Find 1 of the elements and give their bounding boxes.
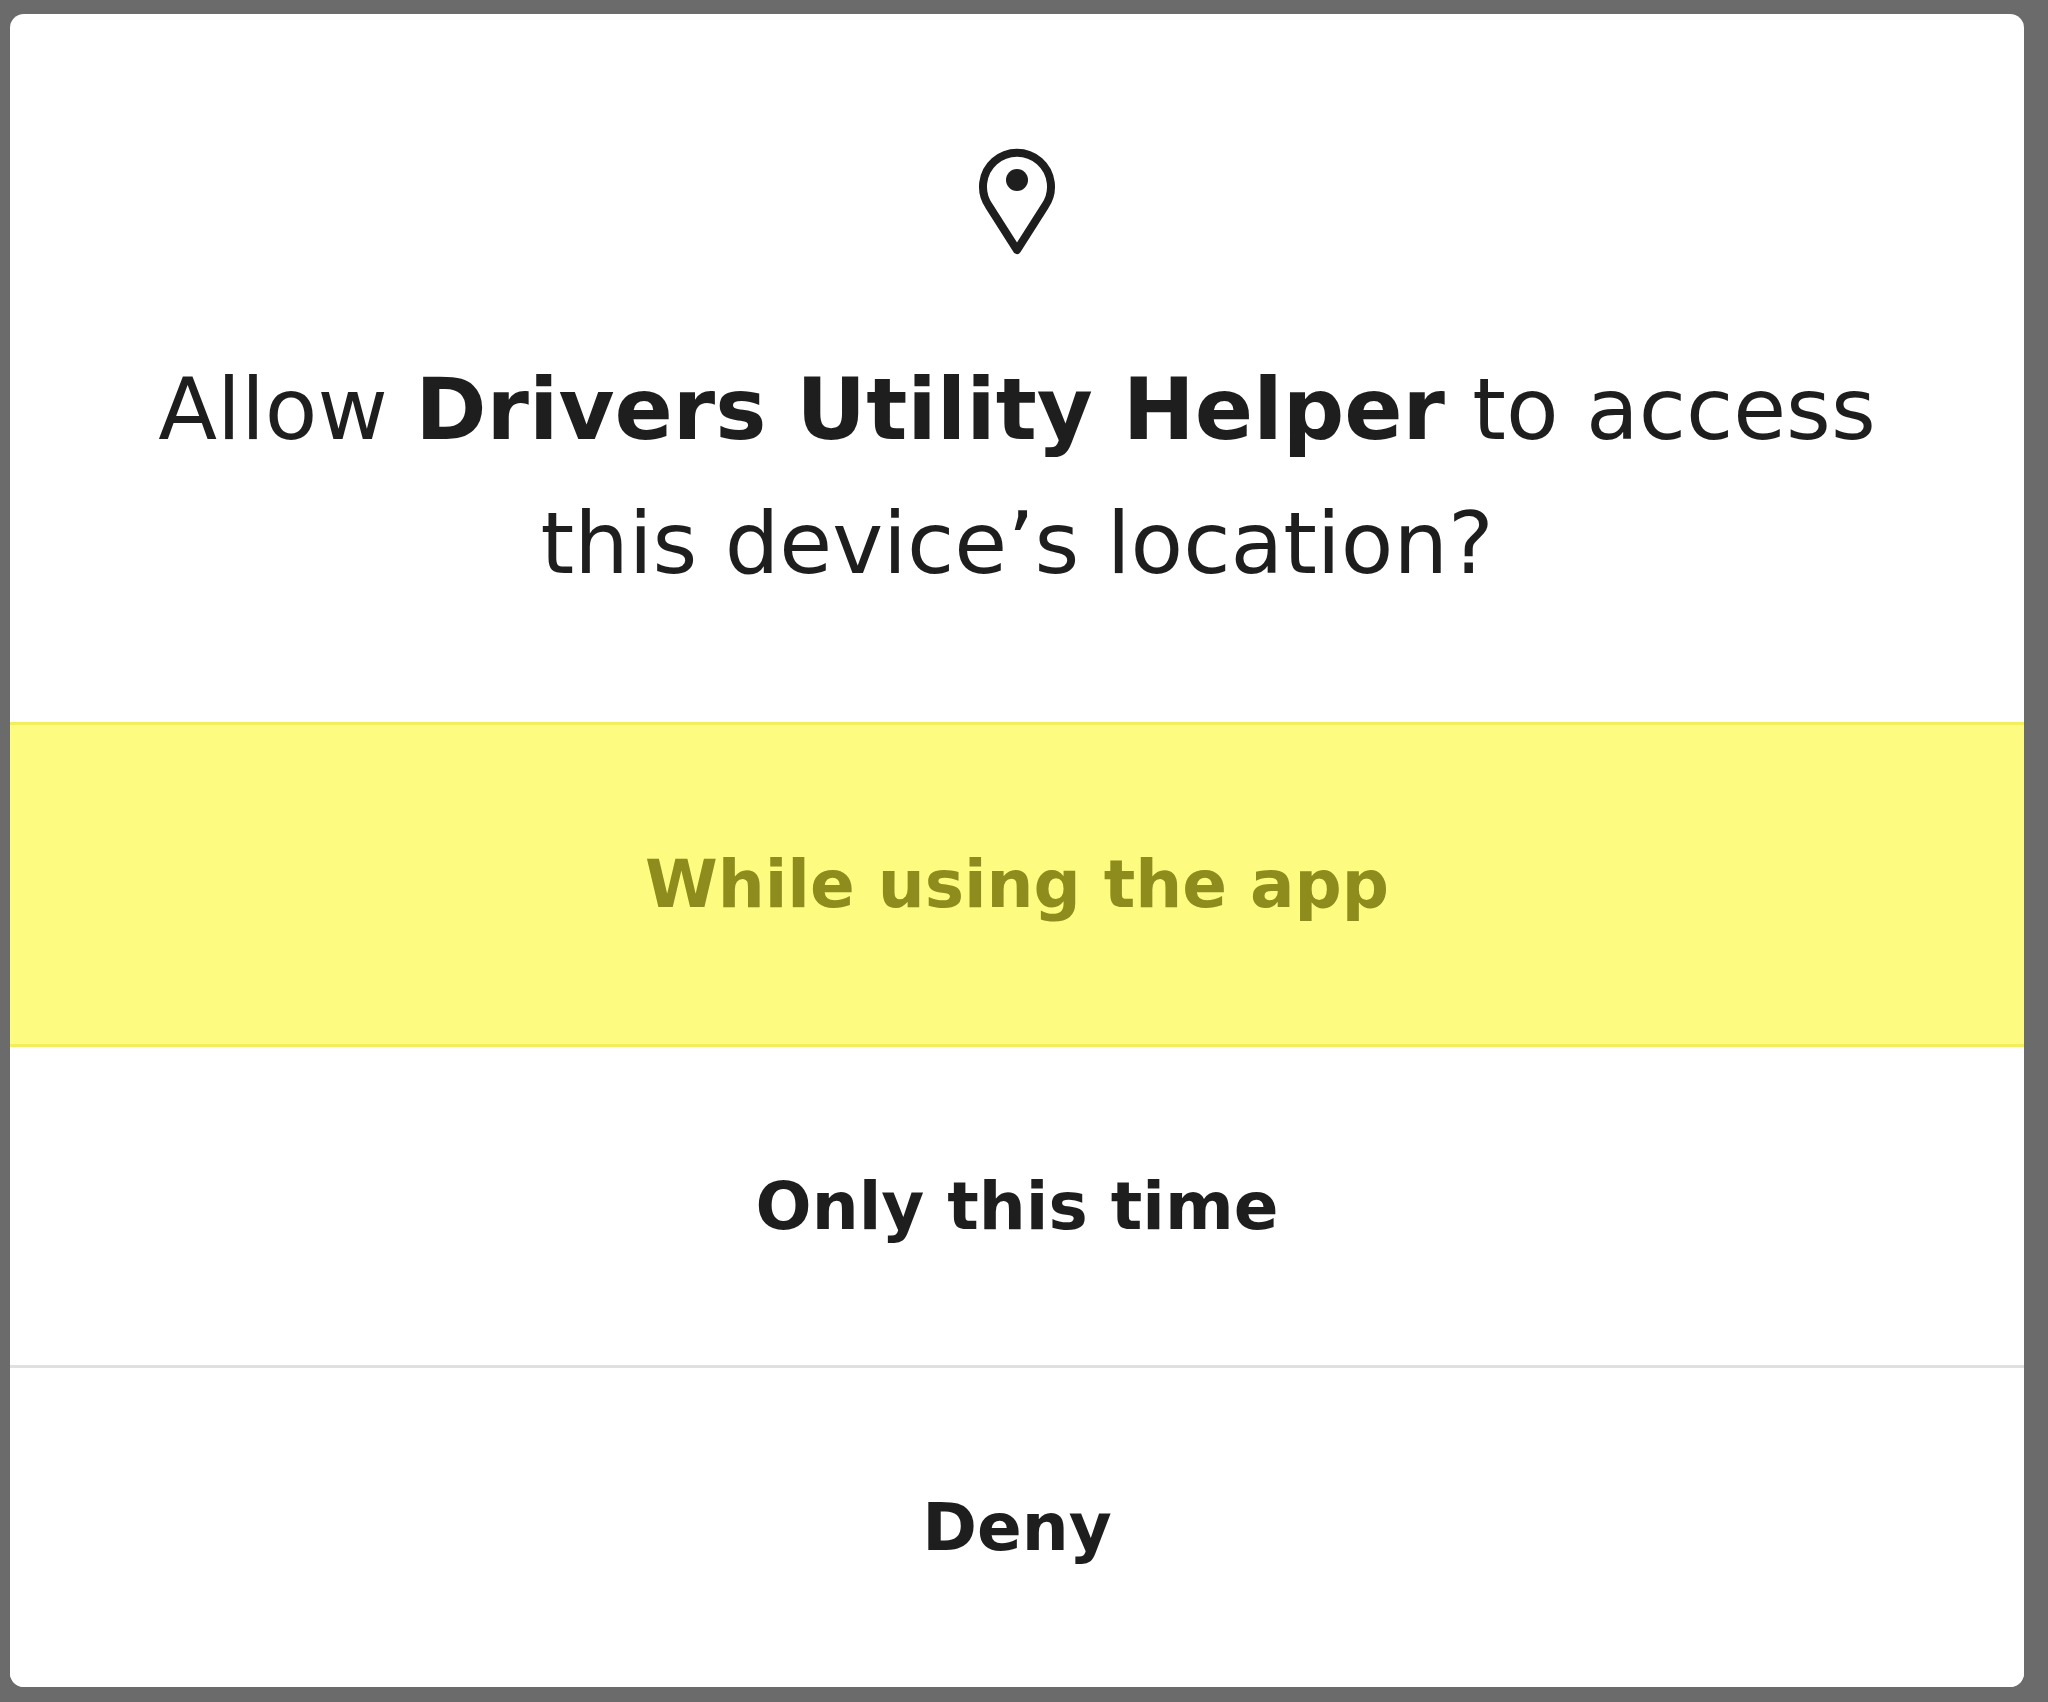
dialog-title: Allow Drivers Utility Helper to access this device’s location? bbox=[157, 358, 1877, 595]
